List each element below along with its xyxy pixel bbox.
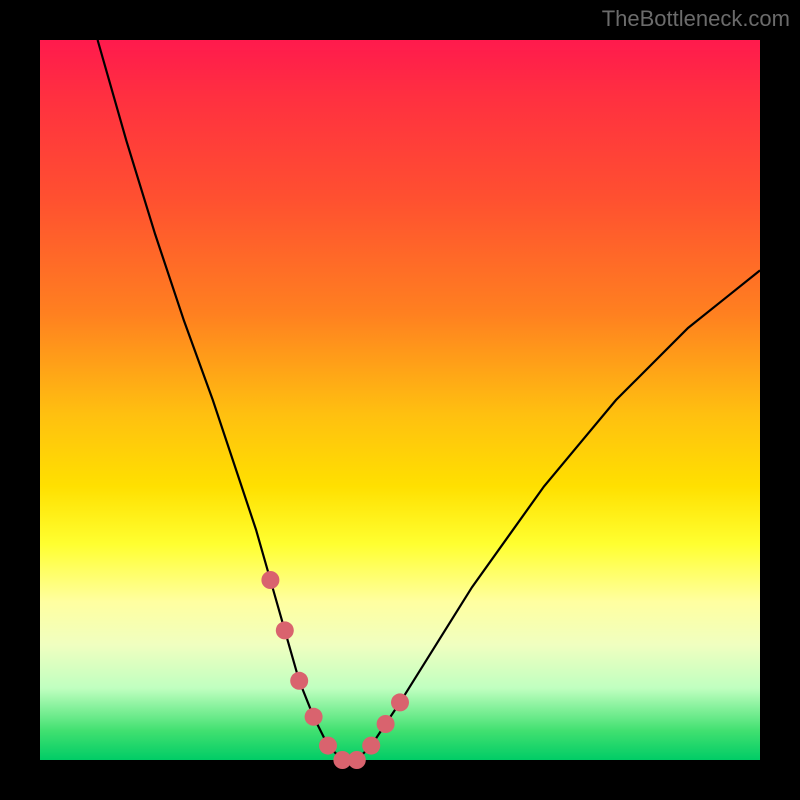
highlight-dot: [348, 751, 366, 769]
highlight-dot: [319, 737, 337, 755]
highlight-dot: [276, 621, 294, 639]
chart-svg: [40, 40, 760, 760]
watermark-text: TheBottleneck.com: [602, 6, 790, 32]
highlight-dot: [391, 693, 409, 711]
highlight-dot: [362, 737, 380, 755]
bottleneck-curve-line: [98, 40, 760, 760]
highlight-dot: [261, 571, 279, 589]
plot-area: [40, 40, 760, 760]
highlight-dot: [377, 715, 395, 733]
highlight-dot: [305, 708, 323, 726]
highlight-dot: [290, 672, 308, 690]
optimal-range-highlight: [261, 571, 409, 769]
